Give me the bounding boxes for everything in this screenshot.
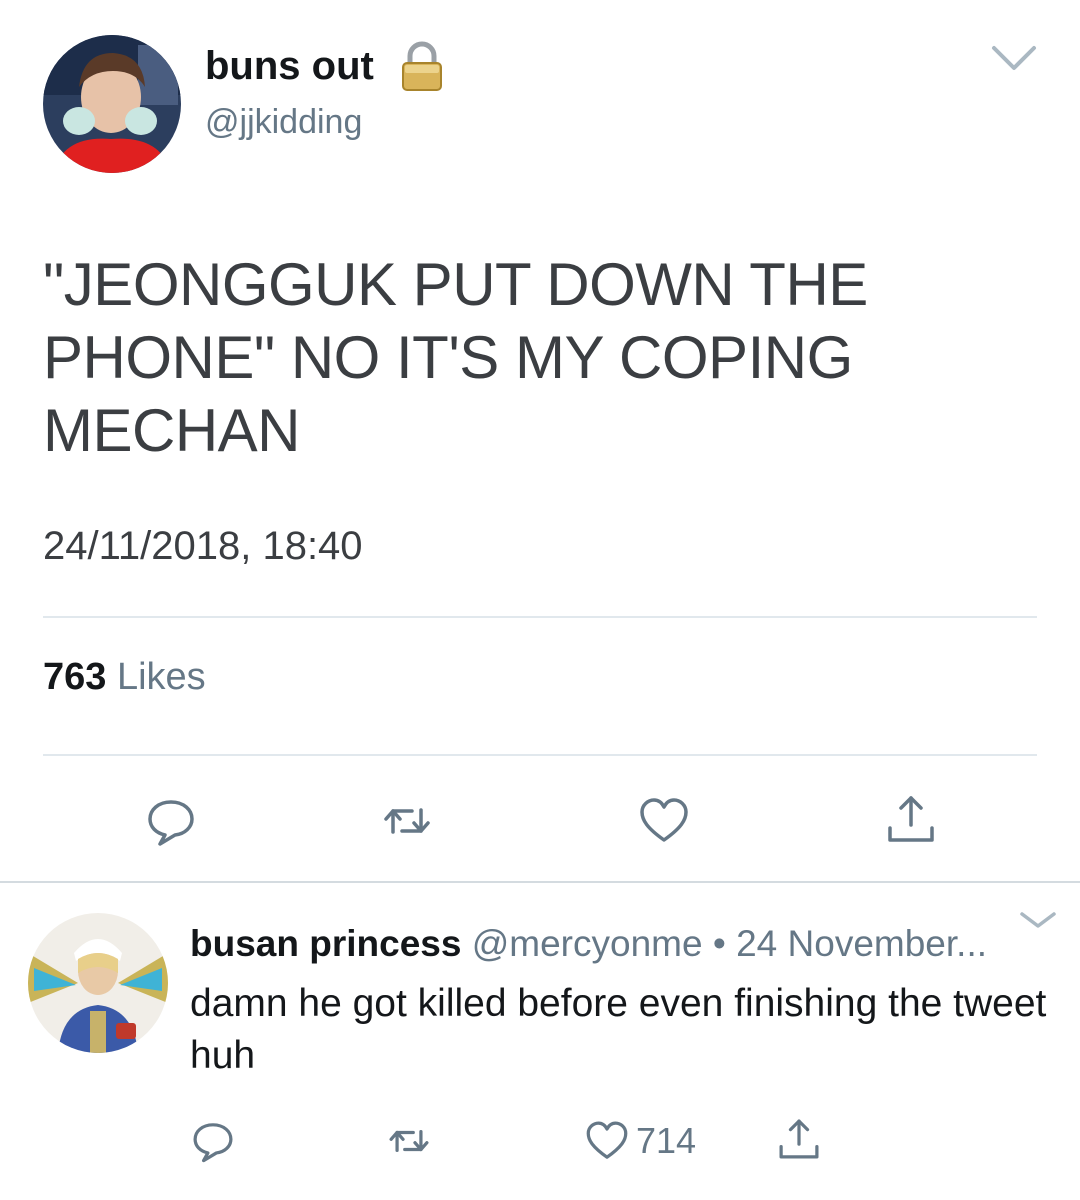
retweet-icon[interactable] [386,1118,432,1164]
avatar[interactable] [43,35,181,173]
tweet-text: "JEONGGUK PUT DOWN THE PHONE" NO IT'S MY… [43,251,868,464]
reply-date: 24 November... [736,923,987,964]
handle[interactable]: @jjkidding [205,100,362,144]
like-count: 714 [636,1120,697,1161]
retweet-icon[interactable] [380,794,434,848]
share-icon[interactable] [884,792,938,846]
handle[interactable]: @mercyonme [472,923,703,964]
lock-icon [398,40,446,92]
likes-count: 763 [43,656,107,698]
display-name[interactable]: buns out [205,42,374,90]
reply-icon[interactable] [190,1118,236,1164]
divider [43,616,1037,618]
chevron-down-icon[interactable] [1018,908,1058,932]
reply-text: damn he got killed before even finishing… [190,982,1047,1077]
separator-dot: • [712,923,726,964]
tweet-timestamp: 24/11/2018, 18:40 [43,524,363,568]
share-icon[interactable] [776,1116,822,1162]
divider [43,754,1037,756]
display-name[interactable]: busan princess [190,923,461,964]
likes-label: Likes [116,656,206,698]
likes-stat[interactable]: 763 Likes [43,653,206,701]
heart-icon[interactable] [637,794,691,848]
tweet-separator [0,881,1080,883]
avatar[interactable] [28,913,168,1053]
reply-header: busan princess @mercyonme • 24 November.… [190,920,987,968]
heart-icon[interactable] [584,1118,630,1164]
reply-icon[interactable] [144,794,198,848]
chevron-down-icon[interactable] [990,40,1038,74]
